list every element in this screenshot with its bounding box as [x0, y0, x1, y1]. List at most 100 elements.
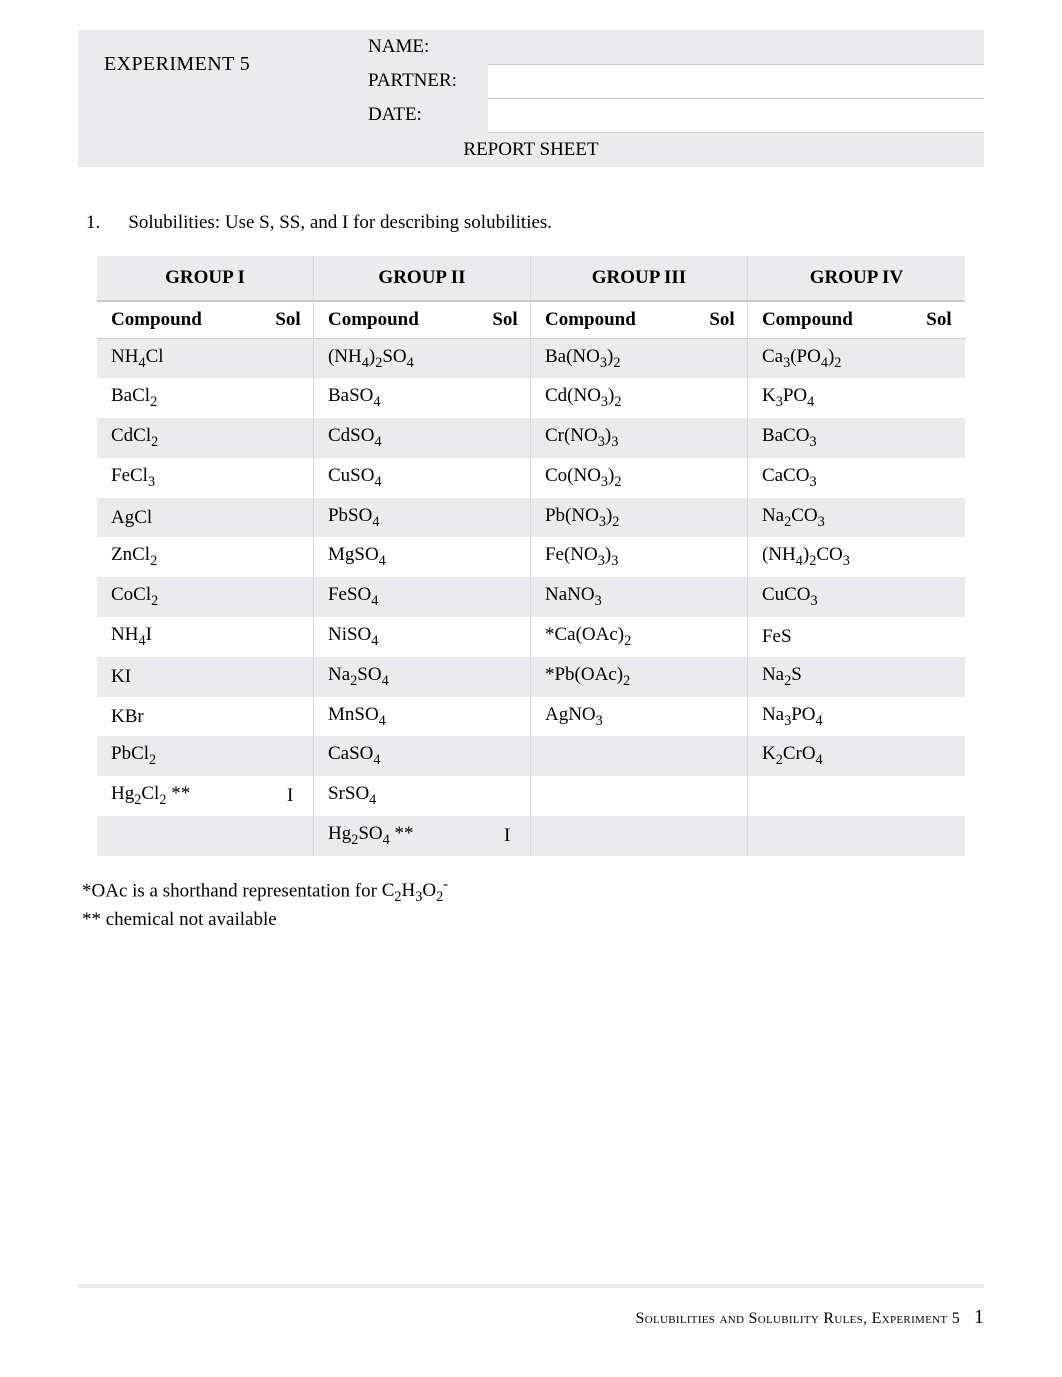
- group-3-header: GROUP III: [531, 256, 748, 302]
- sol-cell[interactable]: [918, 378, 965, 418]
- sol-cell[interactable]: [267, 617, 314, 657]
- sol-cell[interactable]: [918, 617, 965, 657]
- sol-cell[interactable]: [701, 657, 748, 697]
- table-row: Hg2Cl2 **ISrSO4: [97, 776, 965, 816]
- group-1-header: GROUP I: [97, 256, 314, 302]
- sol-cell[interactable]: [918, 697, 965, 737]
- compound-cell: Hg2Cl2 **: [97, 776, 267, 816]
- sol-cell[interactable]: [918, 498, 965, 538]
- compound-cell: MnSO4: [314, 697, 484, 737]
- sol-cell[interactable]: [701, 816, 748, 856]
- compound-cell: FeCl3: [97, 458, 267, 498]
- compound-cell: Co(NO3)2: [531, 458, 701, 498]
- footnote-1-prefix: *OAc is a shorthand representation for: [82, 880, 382, 901]
- compound-cell: CuCO3: [748, 577, 918, 617]
- sol-cell[interactable]: [484, 378, 531, 418]
- header-box: EXPERIMENT 5 NAME: PARTNER: DATE: REPORT…: [78, 30, 984, 167]
- table-row: AgClPbSO4Pb(NO3)2Na2CO3: [97, 498, 965, 538]
- sol-cell[interactable]: [267, 418, 314, 458]
- sol-cell[interactable]: [267, 537, 314, 577]
- sol-cell[interactable]: [701, 418, 748, 458]
- table-row: Hg2SO4 **I: [97, 816, 965, 856]
- question-number: 1.: [86, 212, 100, 234]
- compound-cell: Na2SO4: [314, 657, 484, 697]
- compound-cell: KBr: [97, 697, 267, 737]
- sol-cell[interactable]: [484, 776, 531, 816]
- report-sheet-title: REPORT SHEET: [78, 132, 984, 167]
- compound-cell: Na2S: [748, 657, 918, 697]
- sol-cell[interactable]: [701, 577, 748, 617]
- compound-cell: (NH4)2SO4: [314, 339, 484, 379]
- sol-cell[interactable]: [267, 378, 314, 418]
- sol-cell[interactable]: [918, 776, 965, 816]
- sol-cell[interactable]: [701, 537, 748, 577]
- sol-cell[interactable]: [484, 736, 531, 776]
- table-row: PbCl2CaSO4K2CrO4: [97, 736, 965, 776]
- sol-cell[interactable]: [484, 339, 531, 379]
- sol-cell[interactable]: [484, 418, 531, 458]
- sol-cell[interactable]: [484, 458, 531, 498]
- compound-cell: Ba(NO3)2: [531, 339, 701, 379]
- sol-cell[interactable]: [267, 697, 314, 737]
- date-field[interactable]: [488, 98, 984, 132]
- partner-label: PARTNER:: [338, 64, 488, 98]
- compound-cell: CdSO4: [314, 418, 484, 458]
- compound-cell: CaCO3: [748, 458, 918, 498]
- sol-cell[interactable]: [701, 378, 748, 418]
- sol-cell[interactable]: [701, 498, 748, 538]
- compound-cell: NaNO3: [531, 577, 701, 617]
- sol-cell[interactable]: [701, 736, 748, 776]
- sol-cell[interactable]: [701, 458, 748, 498]
- sol-cell[interactable]: [918, 458, 965, 498]
- table-row: CoCl2FeSO4NaNO3CuCO3: [97, 577, 965, 617]
- sol-cell[interactable]: [918, 339, 965, 379]
- sol-cell[interactable]: [484, 498, 531, 538]
- sol-cell[interactable]: [918, 816, 965, 856]
- sol-cell[interactable]: [701, 776, 748, 816]
- compound-cell: [531, 776, 701, 816]
- sol-cell[interactable]: [918, 577, 965, 617]
- sol-cell[interactable]: [484, 537, 531, 577]
- sol-cell[interactable]: I: [267, 776, 314, 816]
- compound-cell: *Pb(OAc)2: [531, 657, 701, 697]
- sol-cell[interactable]: [484, 657, 531, 697]
- compound-cell: BaSO4: [314, 378, 484, 418]
- sol-cell[interactable]: [267, 458, 314, 498]
- table-row: NH4INiSO4*Ca(OAc)2FeS: [97, 617, 965, 657]
- compound-cell: CdCl2: [97, 418, 267, 458]
- sol-cell[interactable]: [484, 577, 531, 617]
- sol-cell[interactable]: [267, 339, 314, 379]
- compound-cell: K2CrO4: [748, 736, 918, 776]
- group-4-header: GROUP IV: [748, 256, 965, 302]
- table-row: FeCl3CuSO4Co(NO3)2CaCO3: [97, 458, 965, 498]
- sol-cell[interactable]: [918, 418, 965, 458]
- sol-cell[interactable]: [701, 617, 748, 657]
- question-1: 1. Solubilities: Use S, SS, and I for de…: [86, 212, 984, 234]
- sol-cell[interactable]: [267, 498, 314, 538]
- compound-cell: CoCl2: [97, 577, 267, 617]
- sol-cell[interactable]: [918, 657, 965, 697]
- page-footer: Solubilities and Solubility Rules, Exper…: [78, 1284, 984, 1329]
- footnotes: *OAc is a shorthand representation for C…: [82, 876, 984, 933]
- sol-cell[interactable]: [484, 697, 531, 737]
- sol-cell[interactable]: [918, 537, 965, 577]
- compound-cell: Cr(NO3)3: [531, 418, 701, 458]
- sol-cell[interactable]: [701, 697, 748, 737]
- experiment-label: EXPERIMENT 5: [78, 30, 338, 98]
- col-compound-3: Compound: [531, 302, 701, 339]
- sol-cell[interactable]: I: [484, 816, 531, 856]
- sol-cell[interactable]: [267, 816, 314, 856]
- partner-field[interactable]: [488, 64, 984, 98]
- sol-cell[interactable]: [484, 617, 531, 657]
- compound-cell: KI: [97, 657, 267, 697]
- compound-cell: (NH4)2CO3: [748, 537, 918, 577]
- compound-cell: [531, 736, 701, 776]
- name-field[interactable]: [488, 30, 984, 64]
- table-row: KBrMnSO4AgNO3Na3PO4: [97, 697, 965, 737]
- sol-cell[interactable]: [267, 577, 314, 617]
- sol-cell[interactable]: [267, 657, 314, 697]
- compound-cell: [97, 816, 267, 856]
- sol-cell[interactable]: [918, 736, 965, 776]
- sol-cell[interactable]: [701, 339, 748, 379]
- sol-cell[interactable]: [267, 736, 314, 776]
